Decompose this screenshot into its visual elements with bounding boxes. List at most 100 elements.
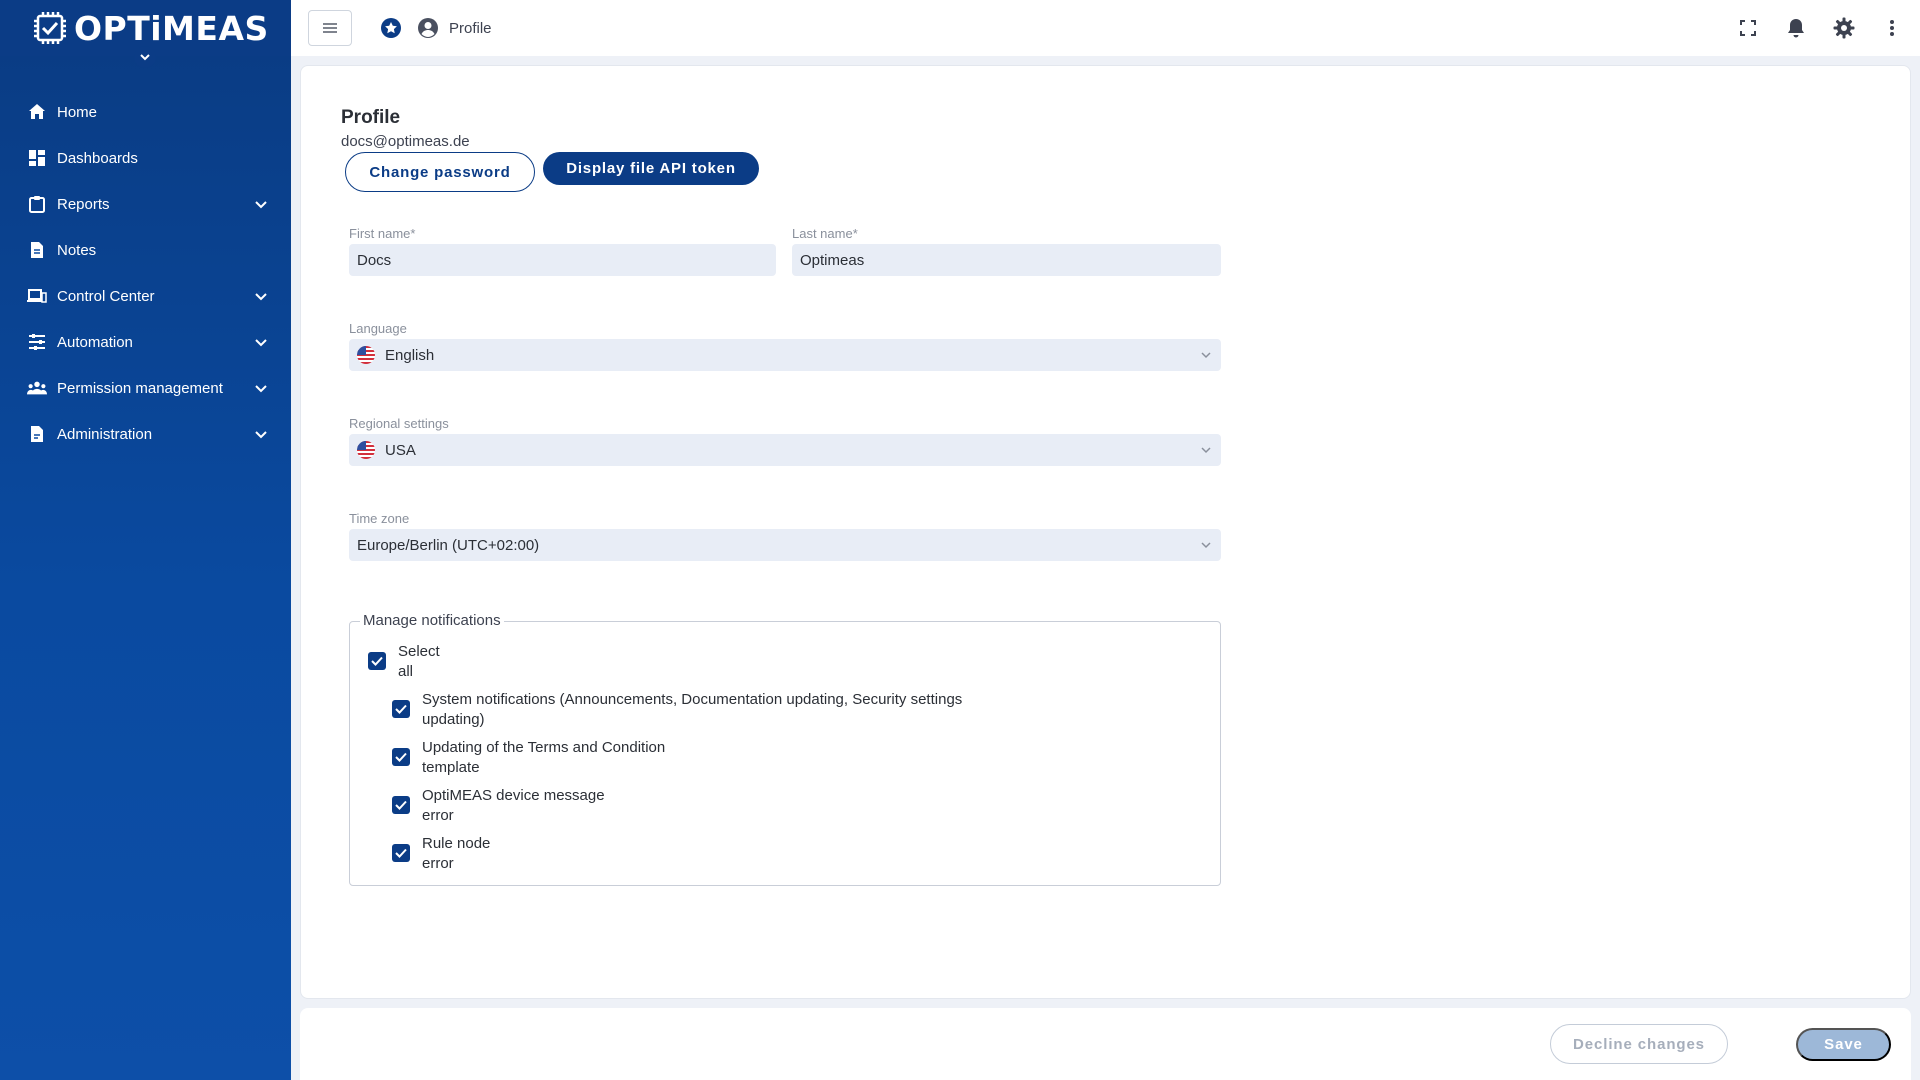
checkmark-icon[interactable] [392, 796, 410, 814]
people-icon [27, 378, 47, 398]
devices-icon [27, 286, 47, 306]
sidebar-item-control-center[interactable]: Control Center [0, 273, 291, 319]
sidebar-item-administration[interactable]: Administration [0, 411, 291, 457]
us-flag-icon [357, 346, 375, 364]
notification-option-label: System notifications (Announcements, Doc… [422, 690, 962, 730]
chevron-down-icon [255, 385, 267, 393]
notification-label-line2: template [422, 759, 480, 776]
checkmark-icon[interactable] [392, 748, 410, 766]
chevron-down-icon [255, 293, 267, 301]
notification-label-line2: updating) [422, 711, 485, 728]
notification-option-rule-node-error[interactable]: Rule node error [392, 834, 490, 874]
time-zone-select[interactable]: Europe/Berlin (UTC+02:00) [349, 529, 1221, 561]
notifications-legend: Manage notifications [360, 612, 504, 629]
document-icon [27, 240, 47, 260]
sidebar-nav: Home Dashboards Reports Notes Control Ce… [0, 89, 291, 457]
gear-icon[interactable] [1832, 16, 1856, 40]
chevron-down-icon [1201, 447, 1211, 454]
display-api-token-button[interactable]: Display file API token [543, 152, 759, 185]
notification-label-line2: error [422, 855, 454, 872]
notification-label-line1: Updating of the Terms and Condition [422, 739, 666, 756]
sidebar-item-permission-management[interactable]: Permission management [0, 365, 291, 411]
last-name-field[interactable]: Optimeas [792, 244, 1221, 276]
language-value: English [385, 346, 435, 364]
notification-option-label: Updating of the Terms and Condition temp… [422, 738, 665, 778]
decline-changes-button[interactable]: Decline changes [1550, 1024, 1728, 1064]
action-footer: Decline changes Save [300, 1008, 1911, 1080]
sidebar-item-label: Notes [57, 241, 97, 259]
sidebar-item-label: Reports [57, 195, 110, 213]
user-email: docs@optimeas.de [341, 133, 470, 150]
sidebar-item-reports[interactable]: Reports [0, 181, 291, 227]
home-icon [27, 102, 47, 122]
regional-settings-select[interactable]: USA [349, 434, 1221, 466]
bell-icon[interactable] [1784, 16, 1808, 40]
brand-logo[interactable]: OPTiMEAS [0, 0, 291, 68]
sidebar-item-label: Automation [57, 333, 133, 351]
menu-toggle-button[interactable] [308, 10, 352, 46]
checkmark-icon[interactable] [392, 700, 410, 718]
sidebar-item-label: Dashboards [57, 149, 138, 167]
sidebar-item-label: Home [57, 103, 98, 121]
notification-label-line1: OptiMEAS device message [422, 787, 605, 804]
checkmark-icon[interactable] [368, 652, 386, 670]
sidebar-item-label: Control Center [57, 287, 155, 305]
chevron-down-icon [255, 339, 267, 347]
chevron-down-icon [255, 431, 267, 439]
sliders-icon [27, 332, 47, 352]
more-vertical-icon[interactable] [1880, 16, 1904, 40]
top-actions [1736, 0, 1920, 56]
notification-option-label: Rule node error [422, 834, 490, 874]
top-bar: Profile [291, 0, 1920, 56]
select-all-line1: Select [398, 643, 440, 660]
sidebar-item-automation[interactable]: Automation [0, 319, 291, 365]
profile-card: Profile docs@optimeas.de Change password… [300, 65, 1911, 999]
language-label: Language [349, 321, 407, 336]
select-all-line2: all [398, 663, 414, 680]
favorite-star-icon[interactable] [380, 17, 402, 39]
first-name-field[interactable]: Docs [349, 244, 776, 276]
sidebar-item-home[interactable]: Home [0, 89, 291, 135]
time-zone-label: Time zone [349, 511, 410, 526]
notification-label-line2: error [422, 807, 454, 824]
us-flag-icon [357, 441, 375, 459]
save-button[interactable]: Save [1796, 1028, 1891, 1061]
notifications-fieldset: Manage notifications Select all System n… [349, 612, 1221, 886]
chevron-down-icon [255, 201, 267, 209]
select-all-label: Select all [398, 642, 440, 682]
sidebar: OPTiMEAS Home Dashboards Reports Notes C… [0, 0, 291, 1080]
fullscreen-icon[interactable] [1736, 16, 1760, 40]
time-zone-value: Europe/Berlin (UTC+02:00) [357, 536, 540, 554]
notification-option-terms[interactable]: Updating of the Terms and Condition temp… [392, 738, 665, 778]
first-name-value: Docs [357, 251, 392, 269]
notification-label-line1: Rule node [422, 835, 491, 852]
notification-label-line1: System notifications (Announcements, Doc… [422, 691, 963, 708]
brand-name: OPTiMEAS [74, 8, 269, 48]
breadcrumb: Profile [449, 19, 492, 37]
hamburger-icon [323, 23, 337, 33]
change-password-button[interactable]: Change password [345, 152, 535, 192]
dashboard-icon [27, 148, 47, 168]
notification-option-label: OptiMEAS device message error [422, 786, 605, 826]
sidebar-item-notes[interactable]: Notes [0, 227, 291, 273]
language-select[interactable]: English [349, 339, 1221, 371]
checkmark-icon[interactable] [392, 844, 410, 862]
chevron-down-icon [140, 54, 150, 61]
sidebar-item-label: Administration [57, 425, 153, 443]
chevron-down-icon [1201, 352, 1211, 359]
notification-option-device-error[interactable]: OptiMEAS device message error [392, 786, 605, 826]
sidebar-item-dashboards[interactable]: Dashboards [0, 135, 291, 181]
chip-logo-icon [30, 8, 70, 48]
select-all-checkbox[interactable]: Select all [368, 642, 440, 682]
clipboard-icon [27, 194, 47, 214]
account-circle-icon [418, 18, 438, 38]
page-title: Profile [341, 107, 401, 128]
last-name-value: Optimeas [800, 251, 865, 269]
admin-document-icon [27, 424, 47, 444]
notification-option-system[interactable]: System notifications (Announcements, Doc… [392, 690, 962, 730]
regional-settings-value: USA [385, 441, 416, 459]
sidebar-item-label: Permission management [57, 379, 223, 397]
last-name-label: Last name* [792, 226, 858, 241]
collapse-toggle-button[interactable] [134, 46, 156, 68]
chevron-down-icon [1201, 542, 1211, 549]
